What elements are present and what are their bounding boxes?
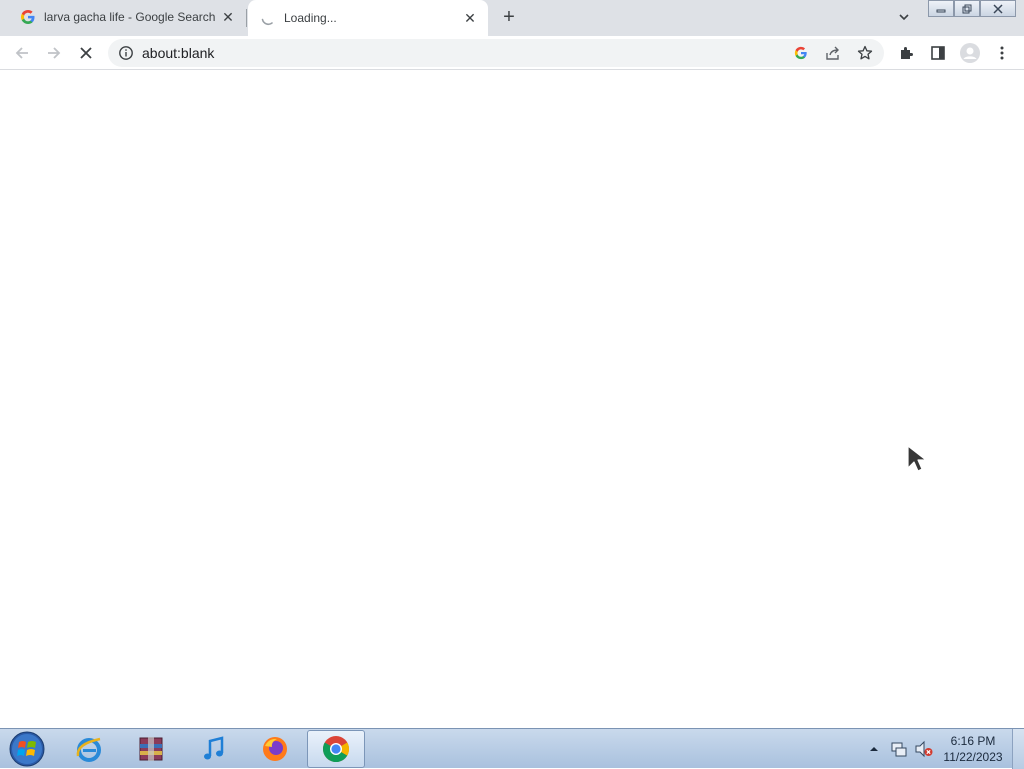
windows-taskbar: 6:16 PM 11/22/2023 [0,728,1024,769]
browser-toolbar: about:blank [0,36,1024,70]
loading-spinner-icon [260,10,276,26]
address-bar[interactable]: about:blank [108,39,884,67]
tab-google-search[interactable]: larva gacha life - Google Search ✕ [8,0,246,34]
tab-title: larva gacha life - Google Search [44,10,216,24]
windows-start-orb-icon[interactable] [4,730,50,768]
bookmark-star-icon[interactable] [856,44,874,62]
network-icon[interactable] [890,729,908,769]
extensions-icon[interactable] [894,41,918,65]
info-icon[interactable] [118,45,134,61]
tab-separator [246,9,247,27]
tab-close-button[interactable]: ✕ [218,7,238,27]
side-panel-icon[interactable] [926,41,950,65]
chevron-down-icon[interactable] [894,7,914,27]
clock-time: 6:16 PM [950,734,996,748]
winrar-icon[interactable] [122,730,180,768]
itunes-icon[interactable] [184,730,242,768]
tab-loading[interactable]: Loading... ✕ [248,0,488,36]
show-desktop-button[interactable] [1012,729,1024,769]
google-lens-icon[interactable] [792,44,810,62]
show-hidden-icons-icon[interactable] [868,729,880,769]
firefox-icon[interactable] [246,730,304,768]
url-text[interactable]: about:blank [142,45,214,61]
window-close-button[interactable] [980,0,1016,17]
internet-explorer-icon[interactable] [60,730,118,768]
new-tab-button[interactable]: + [498,6,520,28]
forward-arrow-icon[interactable] [42,41,66,65]
tab-close-button[interactable]: ✕ [460,8,480,28]
stop-icon[interactable] [74,41,98,65]
page-content [0,71,1024,728]
menu-icon[interactable] [990,41,1014,65]
profile-avatar-icon[interactable] [958,41,982,65]
volume-muted-icon[interactable] [914,729,934,769]
tab-strip: larva gacha life - Google Search ✕ Loadi… [0,0,1024,36]
system-clock[interactable]: 6:16 PM 11/22/2023 [940,733,1006,765]
minimize-button[interactable] [928,0,954,17]
back-arrow-icon[interactable] [10,41,34,65]
browser-window: larva gacha life - Google Search ✕ Loadi… [0,0,1024,728]
google-g-icon [20,9,36,25]
chrome-icon[interactable] [307,730,365,768]
tab-title: Loading... [284,11,337,25]
restore-button[interactable] [954,0,980,17]
mouse-cursor-icon [906,444,932,479]
share-icon[interactable] [824,44,842,62]
clock-date: 11/22/2023 [943,750,1003,764]
